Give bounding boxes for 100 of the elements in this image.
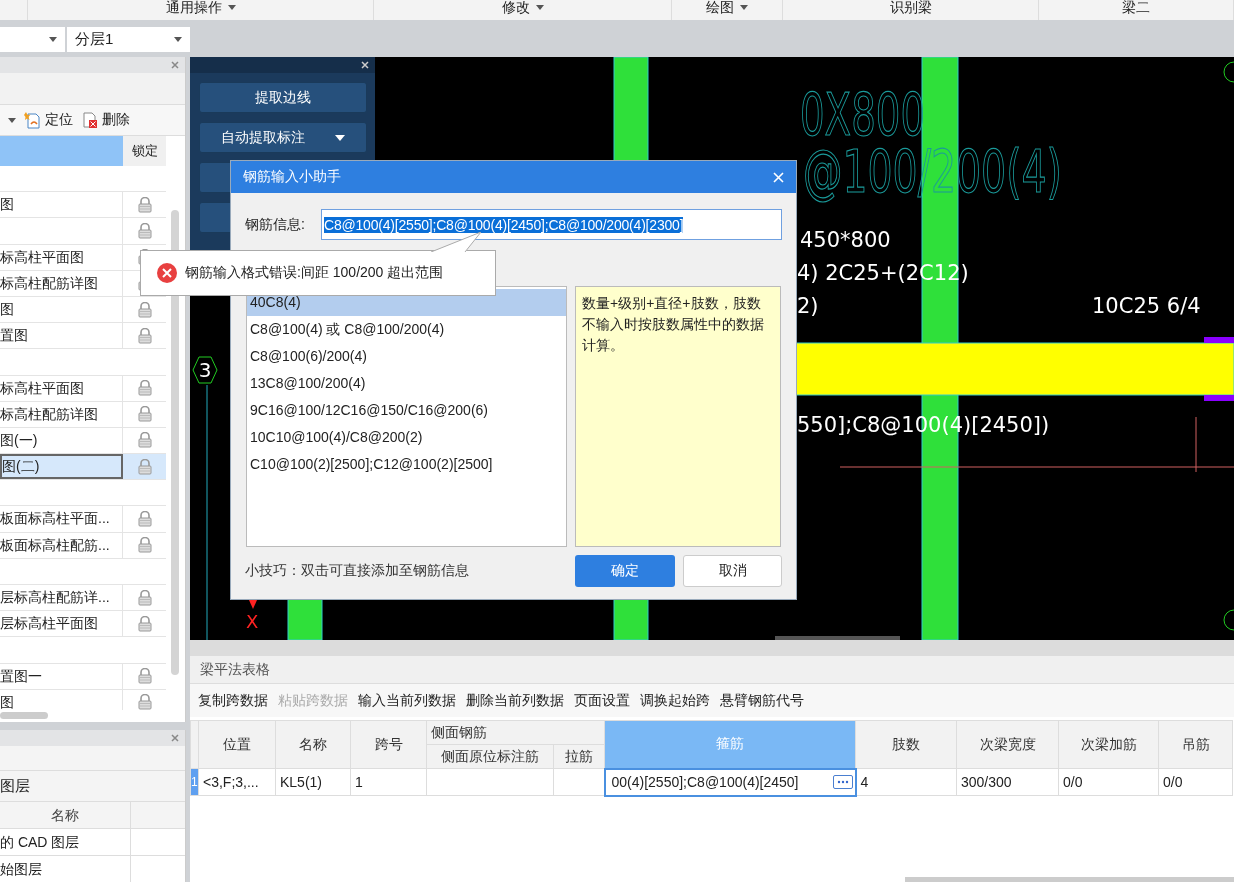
column-header[interactable]: 跨号: [350, 720, 427, 769]
document-star-icon: [24, 111, 42, 129]
lock-icon[interactable]: [137, 327, 152, 344]
column-header: 名称: [50, 806, 80, 825]
caret-icon: [174, 37, 182, 42]
caret-icon: [740, 4, 748, 10]
scrollbar-thumb[interactable]: [171, 210, 179, 675]
lock-icon[interactable]: [137, 222, 152, 239]
list-item[interactable]: 图(二): [0, 454, 123, 480]
list-item[interactable]: 置图一: [0, 663, 123, 689]
table-cell[interactable]: 0/0: [1058, 768, 1159, 796]
table-cell[interactable]: 00(4)[2550];C8@100(4)[2450]: [604, 768, 856, 796]
ribbon-group-label[interactable]: 梁二: [1122, 0, 1150, 16]
lock-icon[interactable]: [137, 694, 152, 710]
panel-title: 图层: [0, 771, 185, 802]
lock-icon[interactable]: [137, 615, 152, 632]
cancel-button[interactable]: 取消: [683, 555, 782, 587]
cad-text: X: [246, 611, 259, 632]
list-item[interactable]: 层标高柱平面图: [0, 611, 123, 637]
scrollbar-thumb[interactable]: [905, 877, 1234, 882]
ribbon-group-label[interactable]: 绘图: [706, 0, 748, 16]
column-header[interactable]: 次梁加筋: [1058, 720, 1159, 769]
list-item[interactable]: 标高柱平面图: [0, 375, 123, 401]
hint-text: 数量+级别+直径+肢数，肢数不输入时按肢数属性中的数据计算。: [582, 295, 764, 353]
field-label: 钢筋信息:: [245, 215, 306, 234]
list-item[interactable]: 图(一): [0, 427, 123, 454]
lock-icon[interactable]: [137, 668, 152, 685]
list-item[interactable]: 板面标高柱平面...: [0, 506, 123, 532]
lock-icon[interactable]: [137, 301, 152, 318]
panel-title: 梁平法表格: [190, 656, 1234, 684]
dialog-title: 钢筋输入小助手: [243, 168, 341, 186]
list-item[interactable]: C8@100(4) 或 C8@100/200(4): [247, 316, 566, 343]
arrow-icon: [249, 600, 257, 609]
column-header[interactable]: 名称: [275, 720, 351, 769]
error-icon: [157, 263, 177, 283]
lock-icon[interactable]: [137, 458, 152, 475]
delete-button[interactable]: 删除: [81, 111, 130, 129]
list-item[interactable]: 板面标高柱配筋...: [0, 532, 123, 558]
layer-item[interactable]: 的 CAD 图层: [0, 829, 130, 855]
list-item[interactable]: 标高柱配筋详图: [0, 270, 123, 296]
panel-button[interactable]: 自动提取标注: [198, 122, 367, 153]
cad-text: 450*800: [800, 228, 891, 252]
lock-icon[interactable]: [137, 406, 152, 423]
list-item[interactable]: C10@100(2)[2500];C12@100(2)[2500]: [247, 451, 566, 478]
list-item[interactable]: 9C16@100/12C16@150/C16@200(6): [247, 397, 566, 424]
toolbar-button[interactable]: 悬臂钢筋代号: [720, 691, 804, 710]
table-cell[interactable]: [426, 768, 554, 796]
scrollbar-thumb[interactable]: [0, 712, 48, 719]
list-item[interactable]: 标高柱配筋详图: [0, 401, 123, 427]
table-cell[interactable]: 1: [350, 768, 427, 796]
lock-icon[interactable]: [137, 537, 152, 554]
toolbar-button[interactable]: 复制跨数据: [198, 691, 268, 710]
lock-icon[interactable]: [137, 196, 152, 213]
list-item[interactable]: 图: [0, 296, 123, 323]
document-delete-icon: [81, 111, 99, 129]
list-item[interactable]: 置图: [0, 323, 123, 349]
layer-item[interactable]: 始图层: [0, 856, 130, 882]
list-item[interactable]: 10C10@100(4)/C8@200(2): [247, 424, 566, 451]
tip-text: 小技巧：双击可直接添加至钢筋信息: [245, 562, 470, 580]
ribbon-group-label[interactable]: 通用操作: [165, 0, 236, 16]
caret-icon: [8, 117, 16, 123]
table-cell[interactable]: 300/300: [956, 768, 1059, 796]
axis-label: 3: [198, 358, 212, 382]
toolbar-button[interactable]: 调换起始跨: [640, 691, 710, 710]
list-item[interactable]: C8@100(6)/200(4): [247, 343, 566, 370]
column-header[interactable]: 锁定: [123, 136, 166, 166]
splitter-handle[interactable]: [775, 636, 900, 640]
toolbar-button[interactable]: 删除当前列数据: [466, 691, 564, 710]
cad-text: 2): [797, 294, 819, 318]
layer-dropdown[interactable]: 分层1: [67, 27, 190, 52]
list-item[interactable]: 13C8@100/200(4): [247, 370, 566, 397]
list-item[interactable]: 标高柱平面图: [0, 244, 123, 270]
lock-icon[interactable]: [137, 511, 152, 528]
lock-icon[interactable]: [137, 380, 152, 397]
column-header[interactable]: 肢数: [855, 720, 957, 769]
column-header[interactable]: 吊筋: [1158, 720, 1233, 769]
more-icon[interactable]: [832, 775, 853, 789]
caret-icon: [227, 4, 236, 10]
column-group-header: 侧面钢筋: [426, 720, 605, 745]
column-header[interactable]: 侧面原位标注筋: [426, 744, 554, 769]
close-icon[interactable]: [361, 61, 369, 69]
table-cell[interactable]: <3,F;3,...: [198, 768, 276, 796]
column-header[interactable]: 次梁宽度: [956, 720, 1059, 769]
ribbon-group-label[interactable]: 修改: [501, 0, 544, 16]
list-item[interactable]: 图: [0, 192, 123, 218]
row-number: 1: [190, 768, 199, 796]
panel-button[interactable]: 提取边线: [198, 82, 367, 113]
lock-icon[interactable]: [137, 589, 152, 606]
toolbar-button[interactable]: 页面设置: [574, 691, 630, 710]
table-cell[interactable]: 0/0: [1158, 768, 1233, 796]
list-item[interactable]: 层标高柱配筋详...: [0, 585, 123, 611]
ok-button[interactable]: 确定: [575, 555, 675, 587]
table-cell[interactable]: KL5(1): [275, 768, 351, 796]
toolbar-button[interactable]: 输入当前列数据: [358, 691, 456, 710]
locate-button[interactable]: 定位: [24, 111, 73, 129]
ribbon-group-label[interactable]: 识别梁: [889, 0, 932, 16]
caret-icon: [334, 134, 345, 141]
column-header[interactable]: 位置: [198, 720, 276, 769]
table-cell[interactable]: 4: [855, 768, 957, 796]
lock-icon[interactable]: [137, 432, 152, 449]
